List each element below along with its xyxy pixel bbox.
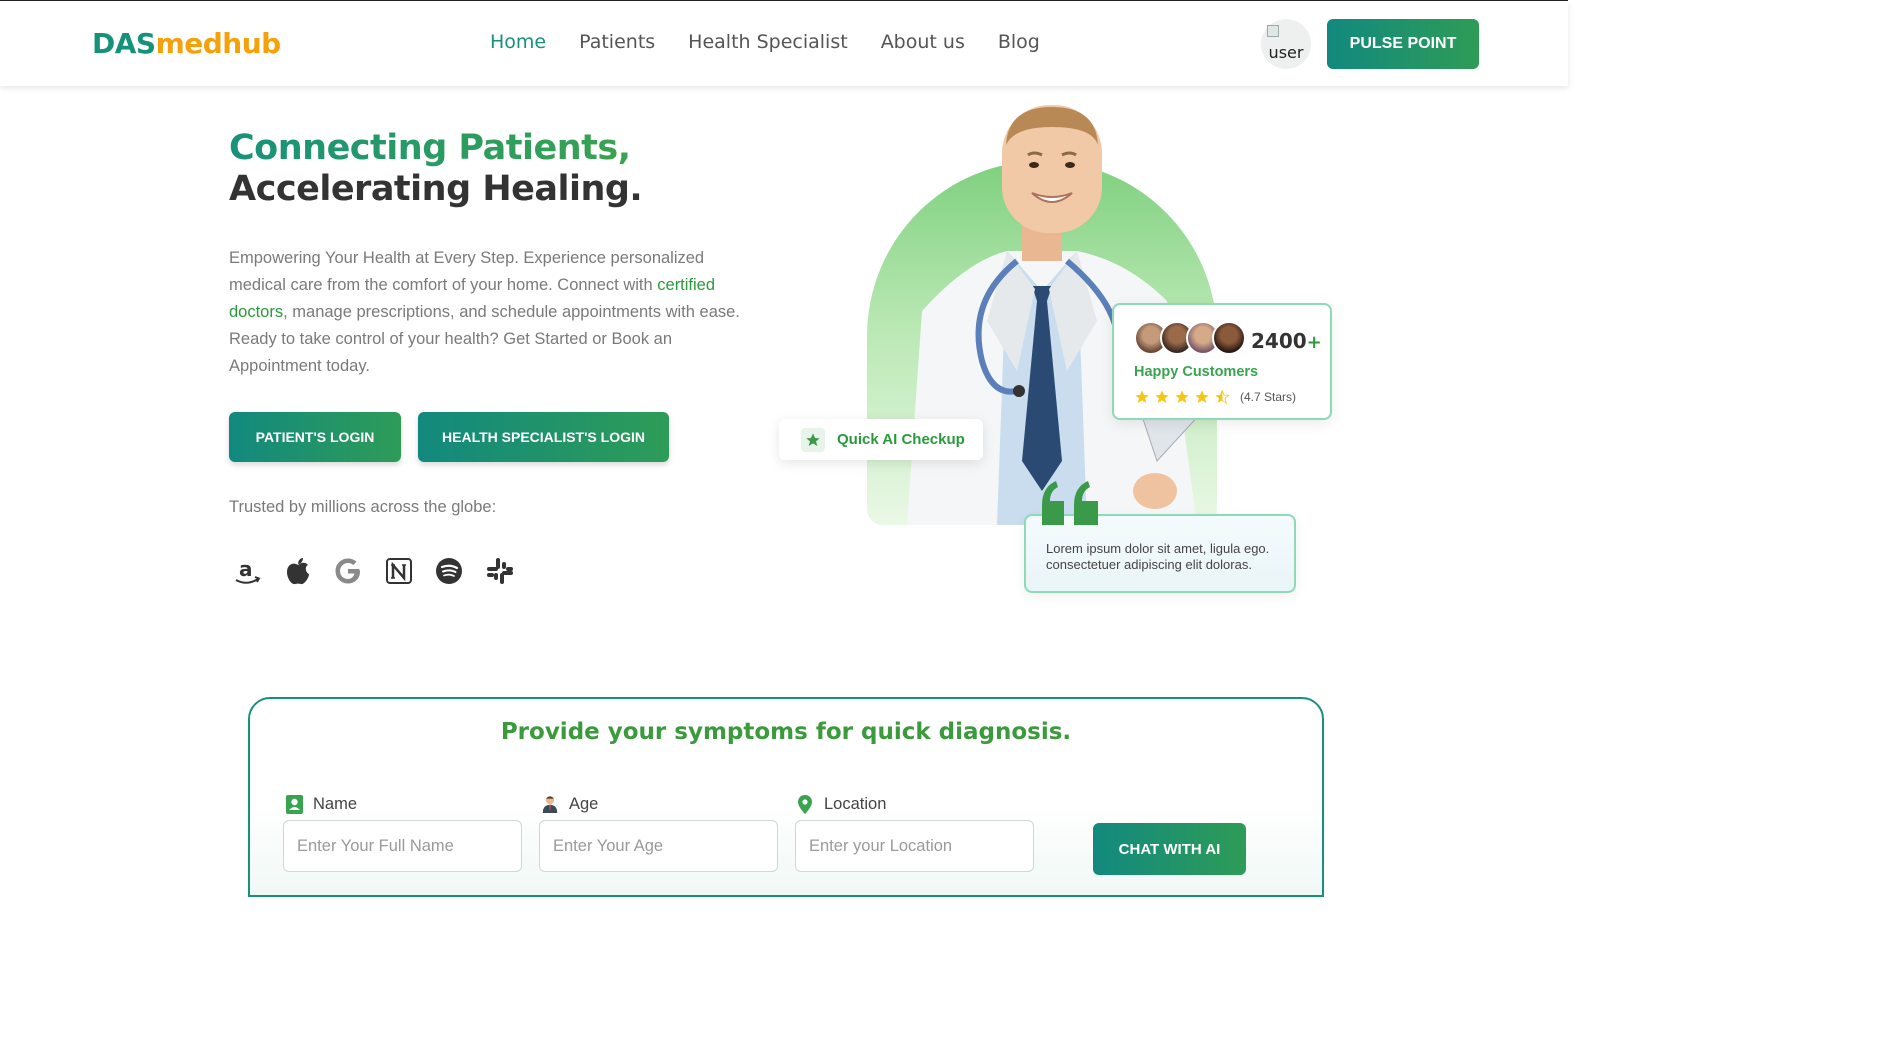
chat-with-ai-button[interactable]: CHAT WITH AI bbox=[1093, 823, 1246, 875]
star-icon bbox=[1175, 390, 1189, 403]
quick-ai-checkup-chip[interactable]: Quick AI Checkup bbox=[779, 419, 983, 460]
name-label: Name bbox=[285, 794, 357, 814]
testimonial-text: Lorem ipsum dolor sit amet, ligula ego. … bbox=[1046, 541, 1270, 572]
quote-icon bbox=[1042, 481, 1098, 525]
health-specialist-login-button[interactable]: HEALTH SPECIALIST'S LOGIN bbox=[418, 412, 669, 462]
age-label: Age bbox=[541, 794, 598, 814]
age-label-text: Age bbox=[569, 794, 599, 813]
brand-logos: a bbox=[229, 553, 532, 589]
star-icon bbox=[1135, 390, 1149, 403]
user-avatar[interactable]: user bbox=[1261, 19, 1311, 69]
location-label: Location bbox=[796, 794, 886, 814]
rating-text: (4.7 Stars) bbox=[1240, 390, 1297, 404]
diagnosis-title: Provide your symptoms for quick diagnosi… bbox=[500, 719, 1072, 745]
nav-link-health-specialist[interactable]: Health Specialist bbox=[688, 31, 848, 53]
slack-icon bbox=[482, 553, 518, 589]
hero-title-line2: Accelerating Healing. bbox=[229, 169, 643, 209]
happy-customers-label: Happy Customers bbox=[1134, 364, 1259, 380]
notion-icon bbox=[381, 553, 417, 589]
name-label-text: Name bbox=[313, 794, 358, 813]
logo[interactable]: DASmedhub bbox=[92, 27, 281, 60]
logo-part-das: DAS bbox=[92, 27, 156, 60]
doctor-head bbox=[1002, 105, 1102, 233]
nav-link-blog[interactable]: Blog bbox=[998, 31, 1040, 53]
hero-desc-part2: , manage prescriptions, and schedule app… bbox=[229, 303, 740, 375]
diagnosis-form: Provide your symptoms for quick diagnosi… bbox=[248, 697, 1324, 897]
patient-login-button[interactable]: PATIENT'S LOGIN bbox=[229, 412, 401, 462]
avatar-alt-text: user bbox=[1268, 43, 1304, 62]
age-input[interactable] bbox=[539, 820, 778, 872]
happy-customers-card: 2400+ Happy Customers (4.7 Stars) bbox=[1112, 303, 1332, 420]
person-icon bbox=[541, 794, 559, 814]
hero-description: Empowering Your Health at Every Step. Ex… bbox=[229, 245, 749, 380]
quick-ai-checkup-label: Quick AI Checkup bbox=[837, 431, 965, 448]
apple-icon bbox=[280, 553, 316, 589]
star-icon bbox=[1195, 390, 1209, 403]
customer-avatars bbox=[1134, 321, 1246, 355]
nav-link-home[interactable]: Home bbox=[490, 31, 546, 53]
customer-count: 2400+ bbox=[1251, 329, 1322, 353]
customer-count-plus: + bbox=[1306, 332, 1322, 353]
hero-title-line1: Connecting Patients, bbox=[229, 128, 631, 168]
broken-image-icon bbox=[1267, 25, 1279, 37]
main-menu: Home Patients Health Specialist About us… bbox=[490, 31, 1073, 53]
location-label-text: Location bbox=[824, 794, 887, 813]
amazon-icon: a bbox=[229, 553, 265, 589]
star-icon bbox=[801, 427, 825, 452]
star-rating: (4.7 Stars) bbox=[1134, 389, 1296, 405]
hero-desc-part1: Empowering Your Health at Every Step. Ex… bbox=[229, 249, 705, 294]
contact-card-icon bbox=[285, 794, 303, 814]
pulse-point-button[interactable]: PULSE POINT bbox=[1327, 19, 1479, 69]
trusted-text: Trusted by millions across the globe: bbox=[229, 498, 497, 516]
google-icon bbox=[330, 553, 366, 589]
half-star-icon bbox=[1215, 390, 1230, 404]
customer-count-number: 2400 bbox=[1251, 329, 1307, 353]
nav-link-about-us[interactable]: About us bbox=[881, 31, 965, 53]
location-pin-icon bbox=[796, 794, 814, 814]
svg-text:a: a bbox=[239, 557, 253, 581]
location-input[interactable] bbox=[795, 820, 1034, 872]
name-input[interactable] bbox=[283, 820, 522, 872]
logo-part-medhub: medhub bbox=[155, 27, 282, 60]
top-navbar: DASmedhub Home Patients Health Specialis… bbox=[0, 1, 1568, 86]
spotify-icon bbox=[431, 553, 467, 589]
nav-link-patients[interactable]: Patients bbox=[579, 31, 655, 53]
star-icon bbox=[1155, 390, 1169, 403]
customer-avatar bbox=[1212, 321, 1246, 355]
